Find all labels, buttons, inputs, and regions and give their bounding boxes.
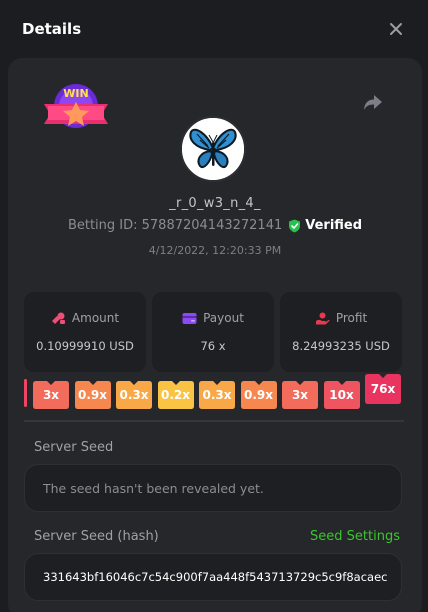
server-seed-hash-value: 331643bf16046c7c54c900f7aa448f543713729c…: [43, 570, 388, 584]
multiplier-track: [24, 420, 404, 422]
server-seed-label: Server Seed: [34, 440, 114, 455]
close-button[interactable]: [386, 19, 406, 39]
multiplier-chip: 10x: [323, 381, 360, 409]
stat-amount-label: Amount: [71, 311, 120, 325]
multiplier-chip: 76x: [365, 374, 401, 404]
multiplier-label: 0.9x: [78, 388, 107, 402]
betting-id-row: Betting ID: 57887204143272141 Verified: [8, 218, 422, 233]
avatar: [180, 116, 246, 182]
betting-id: Betting ID: 57887204143272141: [67, 218, 283, 233]
stat-amount-value: 0.10999910 USD: [36, 339, 134, 353]
multiplier-label: 3x: [42, 388, 60, 402]
modal-header: Details: [0, 0, 428, 58]
stat-profit: Profit 8.24993235 USD: [280, 292, 402, 372]
seed-settings-link[interactable]: Seed Settings: [310, 529, 400, 544]
server-seed-field[interactable]: The seed hasn't been revealed yet.: [24, 464, 402, 512]
result-marker: [24, 379, 27, 407]
multiplier-label: 0.2x: [161, 388, 190, 402]
stat-profit-label: Profit: [335, 311, 368, 325]
username: _r_0_w3_n_4_: [169, 196, 261, 211]
server-seed-value: The seed hasn't been revealed yet.: [43, 480, 264, 496]
multiplier-label: 10x: [329, 388, 354, 402]
multiplier-chip: 0.3x: [199, 381, 235, 409]
details-card: WIN _r_0_w3_n_4_ Betting ID: 57887204143…: [8, 58, 422, 612]
stat-payout-value: 76 x: [200, 339, 226, 353]
stat-profit-value: 8.24993235 USD: [292, 339, 390, 353]
server-seed-hash-field[interactable]: 331643bf16046c7c54c900f7aa448f543713729c…: [24, 553, 402, 601]
coins-icon: [51, 312, 65, 324]
multiplier-label: 0.9x: [244, 388, 273, 402]
stat-amount: Amount 0.10999910 USD: [24, 292, 146, 372]
multiplier-label: 3x: [291, 388, 309, 402]
multiplier-chip: 0.9x: [240, 381, 277, 409]
bet-timestamp: 4/12/2022, 12:20:33 PM: [148, 244, 282, 257]
win-badge-icon: WIN: [44, 84, 108, 128]
stat-payout-label: Payout: [203, 311, 244, 325]
server-seed-hash-label: Server Seed (hash): [34, 529, 159, 544]
multiplier-chip: 0.2x: [157, 381, 194, 409]
shield-check-icon: [289, 219, 301, 232]
share-icon[interactable]: [362, 92, 384, 112]
butterfly-avatar-icon: [182, 118, 244, 180]
wallet-icon: [182, 312, 197, 324]
verified-label: Verified: [305, 218, 363, 233]
profit-icon: [315, 312, 330, 324]
multiplier-label: 0.3x: [119, 388, 149, 402]
bet-stats: Amount 0.10999910 USD Payout 76 x Profit…: [24, 292, 402, 372]
multiplier-chip: 3x: [33, 381, 69, 409]
multiplier-label: 0.3x: [202, 388, 232, 402]
multiplier-chip: 0.9x: [74, 381, 111, 409]
svg-text:WIN: WIN: [63, 87, 88, 100]
multiplier-row: 3x 0.9x 0.3x 0.2x 0.3x 0.9x 3x 10x 76x: [24, 374, 404, 422]
verified-badge: Verified: [288, 218, 362, 233]
close-icon: [390, 23, 402, 35]
bet-details-modal: Details WIN _r_0_w3_n_4_ Betting ID: 578…: [0, 0, 428, 612]
multiplier-chip: 3x: [282, 381, 318, 409]
multiplier-chip: 0.3x: [116, 381, 152, 409]
multiplier-label: 76x: [370, 382, 396, 396]
stat-payout: Payout 76 x: [152, 292, 274, 372]
modal-title: Details: [22, 20, 82, 38]
